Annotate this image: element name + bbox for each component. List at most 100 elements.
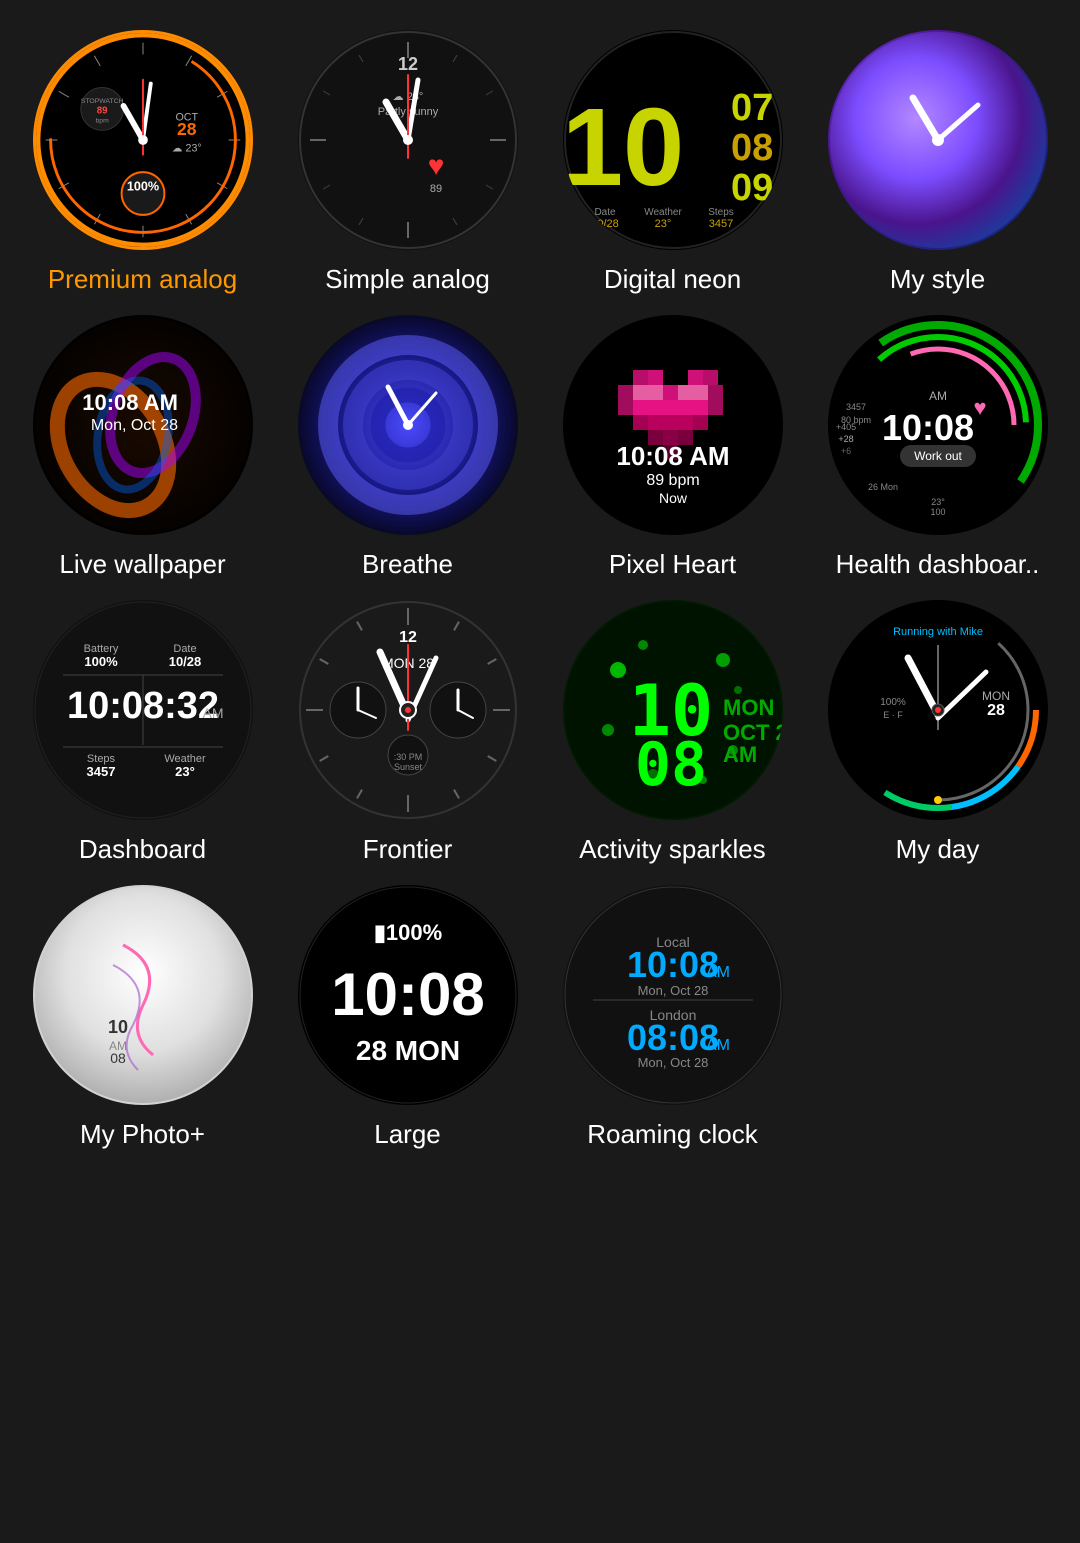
watch-label-my-photo: My Photo+ (80, 1119, 205, 1150)
svg-text:AM: AM (706, 964, 730, 981)
svg-text:AM: AM (706, 1037, 730, 1054)
svg-text:Now: Now (658, 490, 687, 506)
svg-text:AM: AM (723, 742, 757, 767)
svg-text:Steps: Steps (708, 207, 734, 218)
watch-label-pixel-heart: Pixel Heart (609, 549, 736, 580)
svg-text:AM: AM (202, 705, 223, 721)
svg-text:▮100%: ▮100% (373, 920, 441, 945)
watch-item-digital-neon[interactable]: 10 07 08 09 Date 10/28 Weather 23° Steps… (550, 30, 795, 295)
watch-label-roaming-clock: Roaming clock (587, 1119, 758, 1150)
svg-text:☁ 23°: ☁ 23° (171, 143, 201, 155)
watch-label-simple-analog: Simple analog (325, 264, 490, 295)
svg-text:E · F: E · F (883, 710, 903, 720)
watch-item-my-photo[interactable]: 10 AM 08 My Photo+ (20, 885, 265, 1150)
watch-item-my-style[interactable]: My style (815, 30, 1060, 295)
svg-text:3457: 3457 (708, 218, 732, 230)
watch-label-live-wallpaper: Live wallpaper (59, 549, 225, 580)
watch-face-grid: STOPWATCH 89 bpm OCT 28 ☁ 23° 100% Pr (0, 0, 1080, 1180)
svg-text:07: 07 (731, 87, 773, 129)
svg-text:89: 89 (429, 183, 441, 195)
svg-text:Mon, Oct 28: Mon, Oct 28 (637, 1055, 708, 1070)
svg-text:♥: ♥ (973, 395, 986, 420)
svg-text:08: 08 (731, 127, 773, 169)
svg-text:Work out: Work out (914, 449, 962, 463)
svg-text:08: 08 (110, 1050, 126, 1066)
svg-text:23°: 23° (175, 764, 195, 779)
watch-face-activity-sparkles: 10 MON OCT 28 AM 08 (563, 600, 783, 820)
watch-face-frontier: 12 MON 28 :30 PM Sunset (298, 600, 518, 820)
watch-item-simple-analog[interactable]: 12 ☁ 23° Partly sunny ♥ 89 Simple analog (285, 30, 530, 295)
svg-text:89 bpm: 89 bpm (646, 472, 699, 489)
watch-face-my-day: Running with Mike 100% E · F MON 28 (828, 600, 1048, 820)
svg-text:100: 100 (930, 507, 945, 517)
svg-text:AM: AM (929, 389, 947, 403)
svg-text:10: 10 (563, 86, 684, 209)
svg-text:09: 09 (731, 167, 773, 209)
svg-text:Date: Date (594, 207, 616, 218)
svg-text:Mon, Oct 28: Mon, Oct 28 (90, 417, 177, 434)
svg-text:Weather: Weather (644, 207, 682, 218)
watch-face-large: ▮100% 10:08 28 MON (298, 885, 518, 1105)
watch-item-frontier[interactable]: 12 MON 28 :30 PM Sunset (285, 600, 530, 865)
svg-text:28: 28 (987, 702, 1005, 719)
svg-text:STOPWATCH: STOPWATCH (80, 98, 123, 105)
svg-text:3457: 3457 (845, 402, 865, 412)
watch-item-large[interactable]: ▮100% 10:08 28 MON Large (285, 885, 530, 1150)
svg-text:23°: 23° (654, 218, 671, 230)
svg-text:+28: +28 (838, 434, 853, 444)
svg-text:10:08:32: 10:08:32 (66, 685, 218, 727)
svg-text:10/28: 10/28 (591, 218, 619, 230)
svg-text:Mon, Oct 28: Mon, Oct 28 (637, 983, 708, 998)
watch-label-activity-sparkles: Activity sparkles (579, 834, 765, 865)
svg-text::30 PM: :30 PM (393, 752, 422, 762)
watch-face-health-dashboard: AM ♥ 10:08 Work out +405 +28 +6 23° 100 … (828, 315, 1048, 535)
watch-face-pixel-heart: 10:08 AM 89 bpm Now (563, 315, 783, 535)
svg-text:80 bpm: 80 bpm (840, 415, 870, 425)
watch-label-breathe: Breathe (362, 549, 453, 580)
svg-text:Sunset: Sunset (393, 762, 422, 772)
svg-text:100%: 100% (126, 180, 158, 194)
watch-item-pixel-heart[interactable]: 10:08 AM 89 bpm Now Pixel Heart (550, 315, 795, 580)
svg-text:bpm: bpm (95, 117, 109, 124)
watch-label-large: Large (374, 1119, 441, 1150)
watch-face-my-style (828, 30, 1048, 250)
svg-text:3457: 3457 (86, 764, 115, 779)
watch-face-digital-neon: 10 07 08 09 Date 10/28 Weather 23° Steps… (563, 30, 783, 250)
watch-item-health-dashboard[interactable]: AM ♥ 10:08 Work out +405 +28 +6 23° 100 … (815, 315, 1060, 580)
watch-item-roaming-clock[interactable]: Local 10:08 AM Mon, Oct 28 London 08:08 … (550, 885, 795, 1150)
svg-text:MON: MON (982, 689, 1010, 703)
watch-item-my-day[interactable]: Running with Mike 100% E · F MON 28 (815, 600, 1060, 865)
svg-text:♥: ♥ (427, 150, 444, 181)
svg-text:10/28: 10/28 (168, 654, 201, 669)
svg-text:+6: +6 (840, 446, 850, 456)
watch-item-activity-sparkles[interactable]: 10 MON OCT 28 AM 08 Activity sparkles (550, 600, 795, 865)
svg-text:10:08 AM: 10:08 AM (616, 441, 729, 471)
svg-text:100%: 100% (84, 654, 118, 669)
watch-face-breathe (298, 315, 518, 535)
svg-text:10:08 AM: 10:08 AM (82, 390, 178, 415)
svg-text:MON: MON (723, 695, 774, 720)
watch-face-dashboard: Battery Date 100% 10/28 10:08:32 AM Step… (33, 600, 253, 820)
svg-text:10:08: 10:08 (881, 407, 973, 448)
watch-label-my-style: My style (890, 264, 985, 295)
svg-text:12: 12 (399, 629, 417, 646)
svg-text:12: 12 (397, 54, 417, 74)
watch-item-live-wallpaper[interactable]: 10:08 AM Mon, Oct 28 Live wallpaper (20, 315, 265, 580)
watch-label-my-day: My day (896, 834, 980, 865)
watch-face-premium-analog: STOPWATCH 89 bpm OCT 28 ☁ 23° 100% (33, 30, 253, 250)
watch-face-simple-analog: 12 ☁ 23° Partly sunny ♥ 89 (298, 30, 518, 250)
svg-text:10:08: 10:08 (331, 961, 484, 1028)
watch-face-roaming-clock: Local 10:08 AM Mon, Oct 28 London 08:08 … (563, 885, 783, 1105)
watch-label-premium-analog: Premium analog (48, 264, 237, 295)
svg-text:100%: 100% (880, 697, 906, 708)
svg-text:Running with Mike: Running with Mike (893, 626, 983, 638)
svg-text:26 Mon: 26 Mon (867, 482, 897, 492)
watch-item-breathe[interactable]: Breathe (285, 315, 530, 580)
watch-item-premium-analog[interactable]: STOPWATCH 89 bpm OCT 28 ☁ 23° 100% Pr (20, 30, 265, 295)
svg-text:08: 08 (634, 730, 706, 800)
watch-label-health-dashboard: Health dashboar.. (836, 549, 1040, 580)
svg-text:10: 10 (107, 1017, 127, 1037)
watch-label-dashboard: Dashboard (79, 834, 206, 865)
watch-item-dashboard[interactable]: Battery Date 100% 10/28 10:08:32 AM Step… (20, 600, 265, 865)
watch-label-frontier: Frontier (363, 834, 453, 865)
